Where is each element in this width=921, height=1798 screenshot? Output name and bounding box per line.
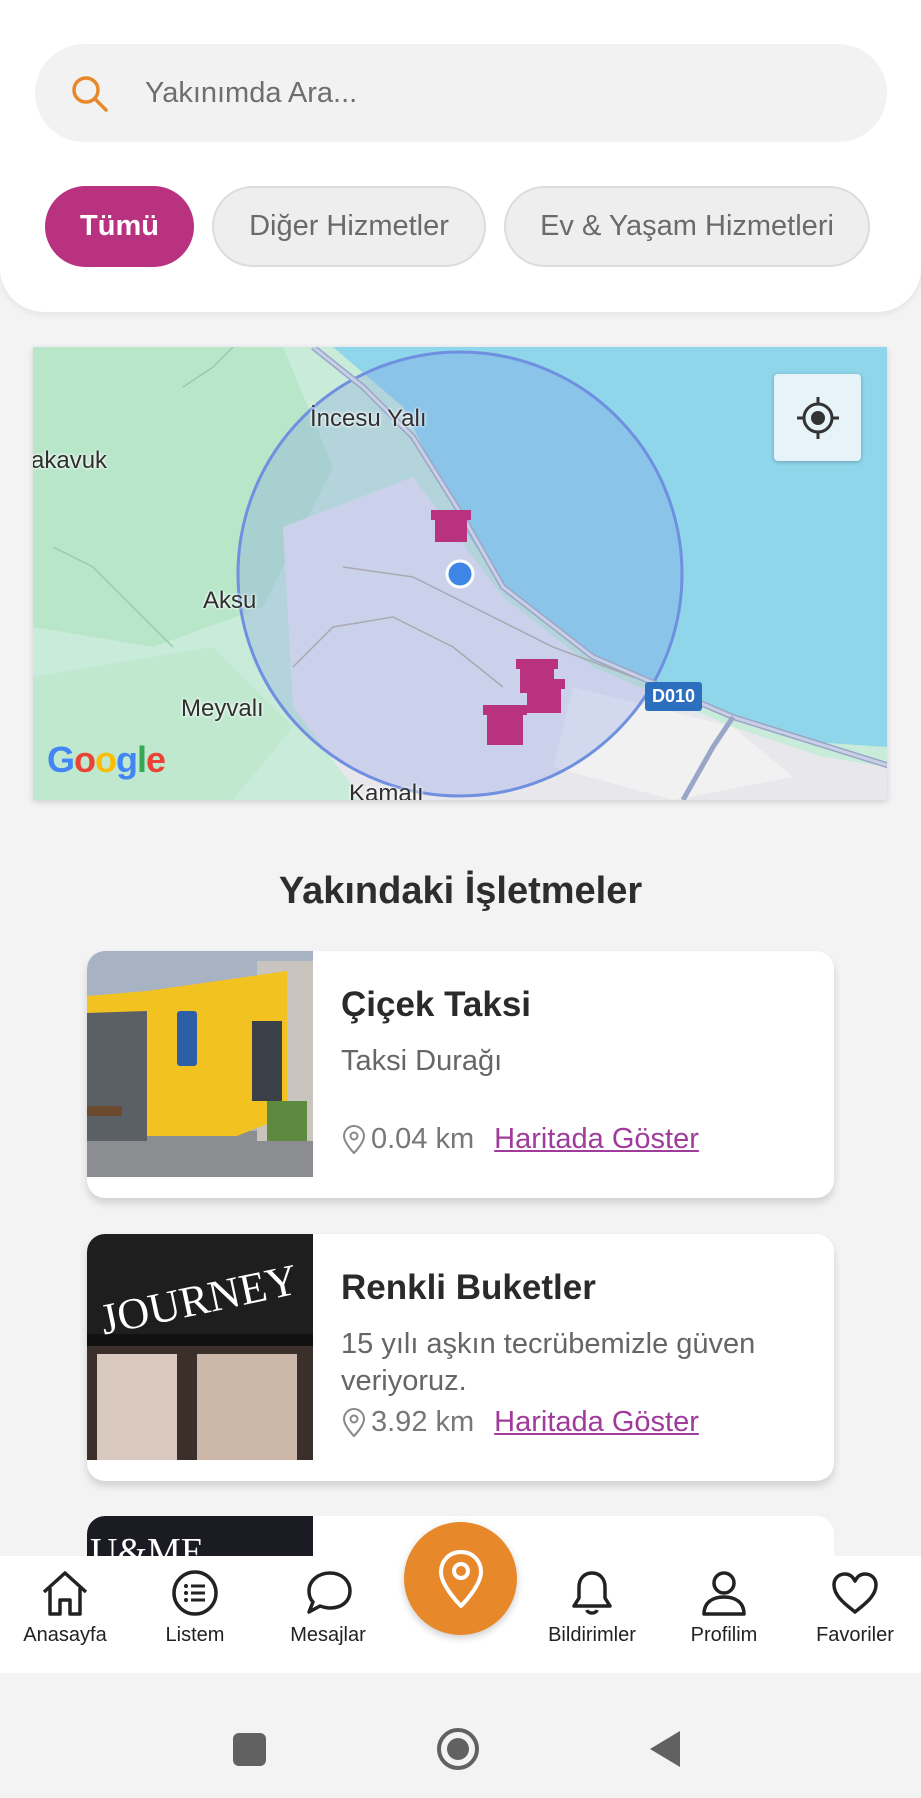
home-icon xyxy=(42,1571,88,1616)
nav-label: Profilim xyxy=(690,1624,758,1646)
nav-label: Anasayfa xyxy=(23,1624,107,1646)
business-description: Taksi Durağı xyxy=(341,1045,503,1077)
chip-all[interactable]: Tümü xyxy=(45,186,194,267)
nav-label: Mesajlar xyxy=(290,1624,366,1646)
nav-list[interactable]: Listem xyxy=(135,1566,255,1647)
chip-other-services[interactable]: Diğer Hizmetler xyxy=(212,186,486,267)
shop-marker[interactable] xyxy=(431,510,471,542)
business-name: Renkli Buketler xyxy=(341,1268,596,1307)
nav-messages[interactable]: Mesajlar xyxy=(268,1566,388,1647)
map-label: Meyvalı xyxy=(181,695,264,722)
nav-home[interactable]: Anasayfa xyxy=(5,1566,125,1647)
business-image xyxy=(87,951,313,1177)
list-icon xyxy=(172,1570,218,1616)
chat-icon xyxy=(307,1571,352,1614)
map-view[interactable]: İncesu Yalı akavuk Aksu Meyvalı Kamalı D… xyxy=(33,347,887,800)
business-name: Çiçek Taksi xyxy=(341,985,532,1024)
business-card[interactable]: Çiçek Taksi Taksi Durağı 0.04 km Haritad… xyxy=(87,951,834,1198)
nav-label: Bildirimler xyxy=(548,1624,636,1646)
location-pin-icon xyxy=(438,1549,483,1608)
location-pin-icon xyxy=(342,1407,366,1437)
nav-label: Favoriler xyxy=(816,1624,894,1646)
search-bar[interactable] xyxy=(35,44,887,142)
section-title: Yakındaki İşletmeler xyxy=(278,870,643,912)
show-on-map-link[interactable]: Haritada Göster xyxy=(494,1406,699,1439)
profile-icon xyxy=(702,1571,746,1616)
nav-profile[interactable]: Profilim xyxy=(664,1566,784,1647)
map-label: akavuk xyxy=(33,447,108,474)
road-badge: D010 xyxy=(645,682,703,711)
chip-home-living-services[interactable]: Ev & Yaşam Hizmetleri xyxy=(504,186,870,267)
filter-chips: Tümü Diğer Hizmetler Ev & Yaşam Hizmetle… xyxy=(45,186,870,267)
my-location-button[interactable] xyxy=(774,374,861,461)
bell-icon xyxy=(572,1571,612,1615)
nav-notifications[interactable]: Bildirimler xyxy=(532,1566,652,1647)
shop-marker[interactable] xyxy=(523,679,565,713)
system-nav-buttons xyxy=(233,1728,680,1770)
shop-marker[interactable] xyxy=(483,705,527,745)
business-meta: 3.92 km Haritada Göster xyxy=(341,1406,699,1439)
business-distance: 0.04 km xyxy=(371,1123,475,1155)
search-icon xyxy=(72,76,108,112)
recents-icon[interactable] xyxy=(233,1733,266,1766)
location-pin-icon xyxy=(342,1124,366,1154)
business-card[interactable]: JOURNEY Renkli Buketler 15 yılı aşkın te… xyxy=(87,1234,834,1481)
nav-label: Listem xyxy=(165,1624,225,1646)
heart-icon xyxy=(832,1572,878,1614)
google-logo: Google xyxy=(47,739,166,780)
system-nav-bar xyxy=(0,1673,921,1798)
nearby-map-button[interactable] xyxy=(404,1522,517,1635)
search-input[interactable] xyxy=(145,76,825,110)
business-description: 15 yılı aşkın tecrübemizle güven veriyor… xyxy=(341,1328,756,1397)
business-image: JOURNEY xyxy=(87,1234,313,1460)
map-canvas xyxy=(33,347,887,800)
map-label: İncesu Yalı xyxy=(310,405,427,432)
business-distance: 3.92 km xyxy=(371,1406,475,1438)
crosshair-icon xyxy=(796,396,839,439)
back-icon[interactable] xyxy=(650,1731,680,1767)
map-label: Kamalı xyxy=(349,780,424,800)
show-on-map-link[interactable]: Haritada Göster xyxy=(494,1123,699,1156)
business-meta: 0.04 km Haritada Göster xyxy=(341,1123,699,1156)
map-label: Aksu xyxy=(203,587,257,614)
header-card: Tümü Diğer Hizmetler Ev & Yaşam Hizmetle… xyxy=(0,0,921,312)
nav-favorites[interactable]: Favoriler xyxy=(795,1566,915,1647)
